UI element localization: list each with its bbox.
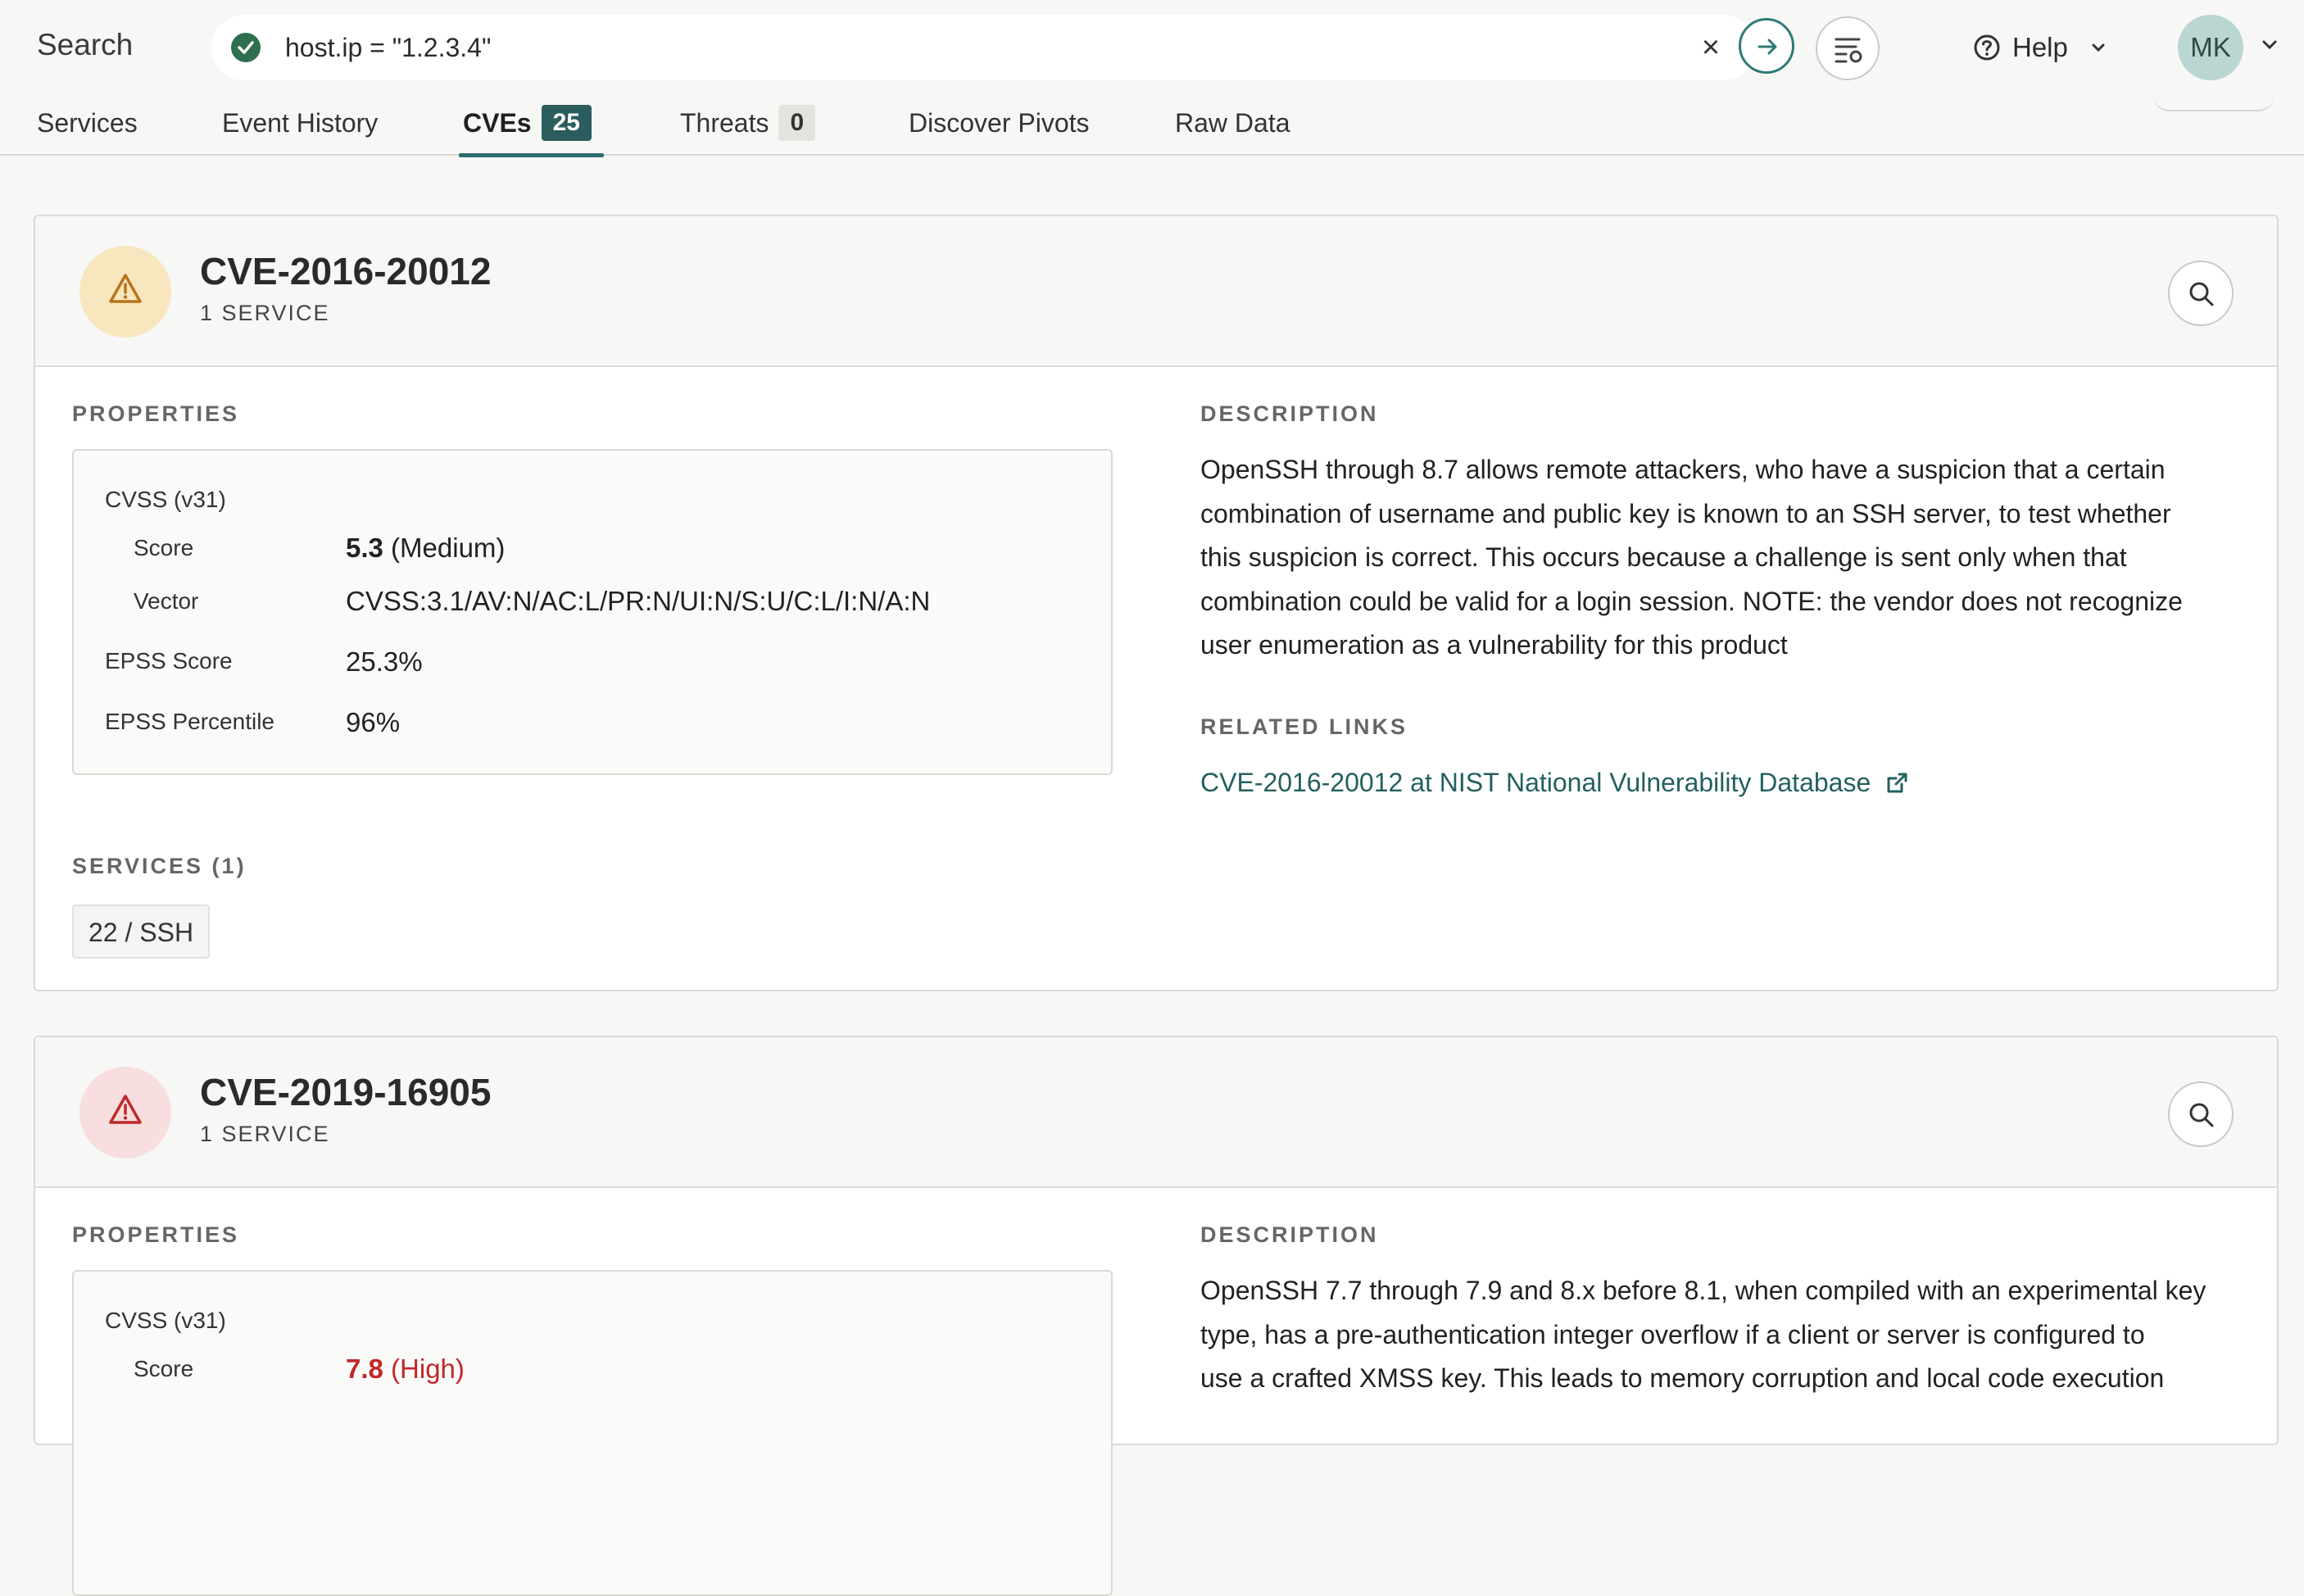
description-line: combination could be valid for a login s…	[1200, 586, 2183, 616]
cve-search-button[interactable]	[2168, 1081, 2234, 1147]
description-line: combination of username and public key i…	[1200, 498, 2171, 528]
epss-score-label: EPSS Score	[105, 648, 233, 673]
tab-bar: Services Event History CVEs 25 Threats 0…	[0, 102, 1639, 157]
vector-label: Vector	[134, 588, 199, 614]
description-line: this suspicion is correct. This occurs b…	[1200, 542, 2127, 572]
tab-services[interactable]: Services	[37, 102, 138, 156]
properties-label: PROPERTIES	[72, 1222, 240, 1247]
cvss-label: CVSS (v31)	[105, 487, 226, 512]
search-icon	[2189, 282, 2214, 306]
score-value: 5.3 (Medium)	[346, 533, 505, 564]
tab-label: Event History	[222, 108, 379, 138]
tab-label: Discover Pivots	[909, 108, 1090, 138]
external-link-icon	[1887, 773, 1907, 792]
score-value: 7.8 (High)	[346, 1353, 465, 1385]
related-link-text: CVE-2016-20012 at NIST National Vulnerab…	[1200, 768, 1871, 797]
properties-box: CVSS (v31) Score 5.3 (Medium) Vector CVS…	[72, 449, 1113, 775]
cve-id: CVE-2019-16905	[200, 1071, 492, 1113]
top-bar: Search × Help MK Services Event Histor	[0, 0, 2304, 157]
nvd-related-link[interactable]: CVE-2016-20012 at NIST National Vulnerab…	[1200, 768, 1908, 798]
search-label: Search	[37, 28, 134, 61]
tab-label: Services	[37, 108, 138, 138]
valid-query-check-icon	[231, 33, 261, 62]
help-label: Help	[2012, 32, 2068, 62]
collapse-handle[interactable]	[2153, 92, 2275, 111]
description-line: use a crafted XMSS key. This leads to me…	[1200, 1363, 2165, 1393]
tab-cves[interactable]: CVEs 25	[463, 102, 592, 156]
cve-search-button[interactable]	[2168, 261, 2234, 326]
tab-discover-pivots[interactable]: Discover Pivots	[909, 102, 1090, 156]
search-icon	[2189, 1103, 2214, 1127]
score-number: 5.3	[346, 533, 383, 563]
service-chip[interactable]: 22 / SSH	[72, 905, 211, 959]
cve-card: CVE-2019-16905 1 SERVICE PROPERTIES CVSS…	[34, 1036, 2279, 1596]
help-menu[interactable]: Help	[1973, 26, 2106, 69]
cve-card: CVE-2016-20012 1 SERVICE PROPERTIES CVSS…	[34, 215, 2279, 991]
search-submit-button[interactable]	[1739, 18, 1794, 74]
description-line: OpenSSH 7.7 through 7.9 and 8.x before 8…	[1200, 1276, 2206, 1305]
cve-service-count: 1 SERVICE	[200, 301, 330, 325]
tab-label: Threats	[680, 108, 769, 138]
description-text: OpenSSH 7.7 through 7.9 and 8.x before 8…	[1200, 1269, 2249, 1401]
description-text: OpenSSH through 8.7 allows remote attack…	[1200, 448, 2249, 668]
tab-label: Raw Data	[1175, 108, 1290, 138]
tab-label: CVEs	[463, 108, 532, 138]
warning-triangle-icon	[109, 274, 142, 303]
tab-count-badge: 25	[541, 105, 592, 141]
properties-box: CVSS (v31) Score 7.8 (High)	[72, 1270, 1113, 1596]
description-line: OpenSSH through 8.7 allows remote attack…	[1200, 455, 2166, 484]
epss-percentile-value: 96%	[346, 707, 401, 737]
epss-percentile-label: EPSS Percentile	[105, 709, 274, 734]
active-tab-indicator	[459, 153, 604, 157]
services-label: SERVICES (1)	[72, 854, 247, 878]
avatar-chevron-down-icon[interactable]	[2261, 39, 2278, 51]
score-label: Score	[134, 1356, 194, 1381]
description-line: type, has a pre-authentication integer o…	[1200, 1319, 2145, 1349]
cvss-label: CVSS (v31)	[105, 1308, 226, 1333]
description-label: DESCRIPTION	[1200, 1222, 1379, 1247]
score-number: 7.8	[346, 1353, 383, 1384]
cve-card-header: CVE-2019-16905 1 SERVICE	[35, 1037, 2277, 1188]
help-circle-icon	[1974, 34, 2000, 61]
search-input[interactable]	[285, 28, 1637, 67]
epss-score-value: 25.3%	[346, 646, 423, 677]
cve-id: CVE-2016-20012	[200, 250, 492, 292]
severity-badge	[79, 246, 171, 338]
description-label: DESCRIPTION	[1200, 401, 1379, 426]
score-label: Score	[134, 535, 194, 560]
tab-event-history[interactable]: Event History	[222, 102, 378, 156]
avatar[interactable]: MK	[2178, 15, 2243, 80]
description-line: user enumeration as a vulnerability for …	[1200, 630, 1788, 660]
related-links-label: RELATED LINKS	[1200, 714, 1408, 739]
cve-card-header: CVE-2016-20012 1 SERVICE	[35, 216, 2277, 367]
tab-raw-data[interactable]: Raw Data	[1175, 102, 1290, 156]
severity-badge	[79, 1067, 171, 1158]
query-settings-button[interactable]	[1816, 16, 1880, 80]
properties-label: PROPERTIES	[72, 401, 240, 426]
vector-value: CVSS:3.1/AV:N/AC:L/PR:N/UI:N/S:U/C:L/I:N…	[346, 586, 931, 616]
warning-triangle-icon	[109, 1095, 142, 1124]
search-box[interactable]: ×	[211, 15, 1756, 80]
tab-threats[interactable]: Threats 0	[680, 102, 816, 156]
tab-count-badge: 0	[778, 105, 816, 141]
chevron-down-icon	[2092, 43, 2105, 52]
cve-service-count: 1 SERVICE	[200, 1122, 330, 1146]
score-rating: (High)	[391, 1353, 465, 1384]
score-rating: (Medium)	[391, 533, 506, 563]
clear-search-icon[interactable]: ×	[1694, 31, 1727, 64]
